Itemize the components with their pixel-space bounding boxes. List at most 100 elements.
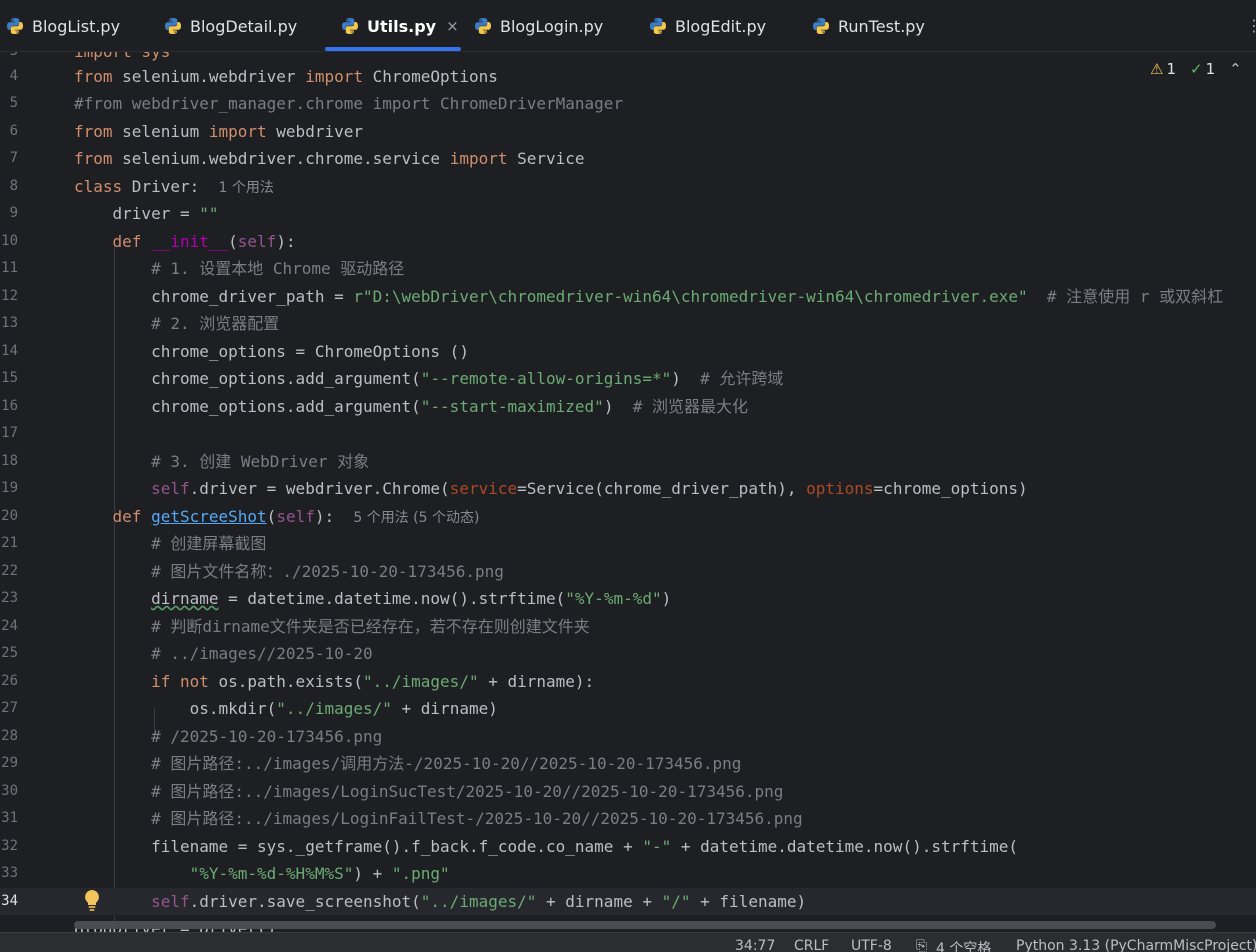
code-line: 8 class Driver: 1 个用法: [0, 173, 1256, 200]
tab-label: BlogLogin.py: [500, 16, 604, 36]
tab-bloglogin[interactable]: BlogLogin.py: [474, 0, 603, 52]
line-number: 27: [1, 700, 18, 716]
code-comment: # 3. 创建 WebDriver 对象: [74, 452, 370, 471]
line-number: 12: [1, 288, 18, 304]
code-editor[interactable]: 3 import sys 4 from selenium.webdriver i…: [0, 52, 1256, 932]
python-file-icon: [650, 18, 666, 34]
line-number: 14: [1, 343, 18, 359]
code-line: 26 if not os.path.exists("../images/" + …: [0, 668, 1256, 695]
code-text: from selenium import webdriver: [74, 122, 363, 141]
code-line: 4 from selenium.webdriver import ChromeO…: [0, 63, 1256, 90]
code-text: from selenium.webdriver.chrome.service i…: [74, 149, 585, 168]
check-icon: ✓: [1190, 60, 1203, 78]
horizontal-scrollbar[interactable]: [74, 921, 1216, 929]
line-number: 10: [1, 233, 18, 249]
code-comment: # 图片路径:../images/LoginSucTest/2025-10-20…: [74, 782, 784, 801]
line-number: 31: [1, 810, 18, 826]
usage-hint[interactable]: 5 个用法 (5 个动态): [353, 510, 479, 526]
code-comment: # 图片文件名称：./2025-10-20-173456.png: [74, 562, 504, 581]
line-number: 33: [1, 865, 18, 881]
usage-hint[interactable]: 1 个用法: [219, 180, 274, 196]
line-number: 9: [9, 205, 18, 221]
code-line: 7 from selenium.webdriver.chrome.service…: [0, 145, 1256, 172]
caret-position[interactable]: 34:77: [735, 938, 775, 952]
code-comment: # 图片路径:../images/调用方法-/2025-10-20//2025-…: [74, 754, 742, 773]
code-text: filename = sys._getframe().f_back.f_code…: [74, 837, 1019, 856]
code-comment: # 图片路径:../images/LoginFailTest-/2025-10-…: [74, 809, 803, 828]
code-line: 33 "%Y-%m-%d-%H%M%S") + ".png": [0, 860, 1256, 887]
code-text: chrome_driver_path = r"D:\webDriver\chro…: [74, 287, 1224, 306]
python-interpreter[interactable]: Python 3.13 (PyCharmMiscProject): [1016, 938, 1256, 952]
code-line: 30 # 图片路径:../images/LoginSucTest/2025-10…: [0, 778, 1256, 805]
line-number: 29: [1, 755, 18, 771]
line-number: 25: [1, 645, 18, 661]
code-line: 22 # 图片文件名称：./2025-10-20-173456.png: [0, 558, 1256, 585]
tab-utils[interactable]: Utils.py ×: [341, 0, 459, 52]
code-line: 5 #from webdriver_manager.chrome import …: [0, 90, 1256, 117]
python-file-icon: [165, 18, 181, 34]
tab-label: BlogEdit.py: [675, 16, 767, 36]
line-number: 20: [1, 508, 18, 524]
line-number: 6: [9, 123, 18, 139]
line-number: 4: [9, 68, 18, 84]
line-number: 11: [1, 260, 18, 276]
tab-bloglist[interactable]: BlogList.py: [6, 0, 120, 52]
warning-icon: ⚠: [1150, 60, 1164, 78]
code-text: from selenium.webdriver import ChromeOpt…: [74, 67, 498, 86]
line-number: 21: [1, 535, 18, 551]
line-number: 24: [1, 618, 18, 634]
code-text: def __init__(self):: [112, 232, 296, 251]
tab-label: RunTest.py: [838, 16, 925, 36]
code-comment: # /2025-10-20-173456.png: [74, 727, 383, 746]
tab-blogdetail[interactable]: BlogDetail.py: [164, 0, 297, 52]
indent-icon: ⎘: [916, 938, 928, 952]
line-number: 23: [1, 590, 18, 606]
code-comment: # 1. 设置本地 Chrome 驱动路径: [74, 259, 405, 278]
line-number: 28: [1, 728, 18, 744]
tab-runtest[interactable]: RunTest.py: [812, 0, 925, 52]
tab-label: BlogDetail.py: [190, 16, 298, 36]
line-number: 5: [9, 95, 18, 111]
code-text: os.mkdir("../images/" + dirname): [74, 699, 498, 718]
tab-label: BlogList.py: [32, 16, 121, 36]
code-comment: # 判断dirname文件夹是否已经存在，若不存在则创建文件夹: [74, 617, 590, 636]
code-text: dirname = datetime.datetime.now().strfti…: [151, 589, 672, 608]
indent-setting[interactable]: 4 个空格: [936, 938, 991, 952]
code-comment: # 2. 浏览器配置: [74, 314, 280, 333]
line-number: 7: [9, 150, 18, 166]
chevron-up-icon[interactable]: ⌃: [1229, 60, 1242, 78]
code-text: driver = "": [74, 204, 219, 223]
line-number: 26: [1, 673, 18, 689]
code-text: chrome_options.add_argument("--start-max…: [74, 397, 748, 416]
code-line: 23 dirname = datetime.datetime.now().str…: [0, 585, 1256, 612]
line-number: 16: [1, 398, 18, 414]
lightbulb-icon[interactable]: [82, 889, 102, 913]
code-comment: # ../images//2025-10-20: [74, 644, 373, 663]
code-line: 29 # 图片路径:../images/调用方法-/2025-10-20//20…: [0, 750, 1256, 777]
close-icon[interactable]: ×: [446, 17, 459, 35]
tab-overflow-icon[interactable]: ⋮: [1246, 16, 1256, 35]
line-number: 18: [1, 453, 18, 469]
file-encoding[interactable]: UTF-8: [851, 938, 892, 952]
line-number: 8: [9, 178, 18, 194]
code-text: if not os.path.exists("../images/" + dir…: [151, 672, 595, 691]
tab-blogedit[interactable]: BlogEdit.py: [649, 0, 766, 52]
line-number: 17: [1, 425, 18, 441]
code-line: 19 self.driver = webdriver.Chrome(servic…: [0, 475, 1256, 502]
python-file-icon: [813, 18, 829, 34]
code-text: def getScreeShot(self): 5 个用法 (5 个动态): [112, 507, 480, 526]
code-line: 20 def getScreeShot(self): 5 个用法 (5 个动态): [0, 503, 1256, 530]
python-file-icon: [475, 18, 491, 34]
code-line: 31 # 图片路径:../images/LoginFailTest-/2025-…: [0, 805, 1256, 832]
line-number: 32: [1, 838, 18, 854]
tab-label: Utils.py: [367, 16, 437, 36]
code-text: self.driver = webdriver.Chrome(service=S…: [151, 479, 1028, 498]
code-text: self.driver.save_screenshot("../images/"…: [151, 892, 807, 911]
inspection-widget[interactable]: ⚠ 1 ✓ 1 ⌃: [1150, 60, 1242, 78]
line-number: 34: [1, 893, 18, 909]
editor-tab-bar: BlogList.py BlogDetail.py Utils.py × Blo…: [0, 0, 1256, 52]
code-line: 14 chrome_options = ChromeOptions (): [0, 338, 1256, 365]
line-separator[interactable]: CRLF: [794, 938, 829, 952]
code-line: 16 chrome_options.add_argument("--start-…: [0, 393, 1256, 420]
code-line: 21 # 创建屏幕截图: [0, 530, 1256, 557]
